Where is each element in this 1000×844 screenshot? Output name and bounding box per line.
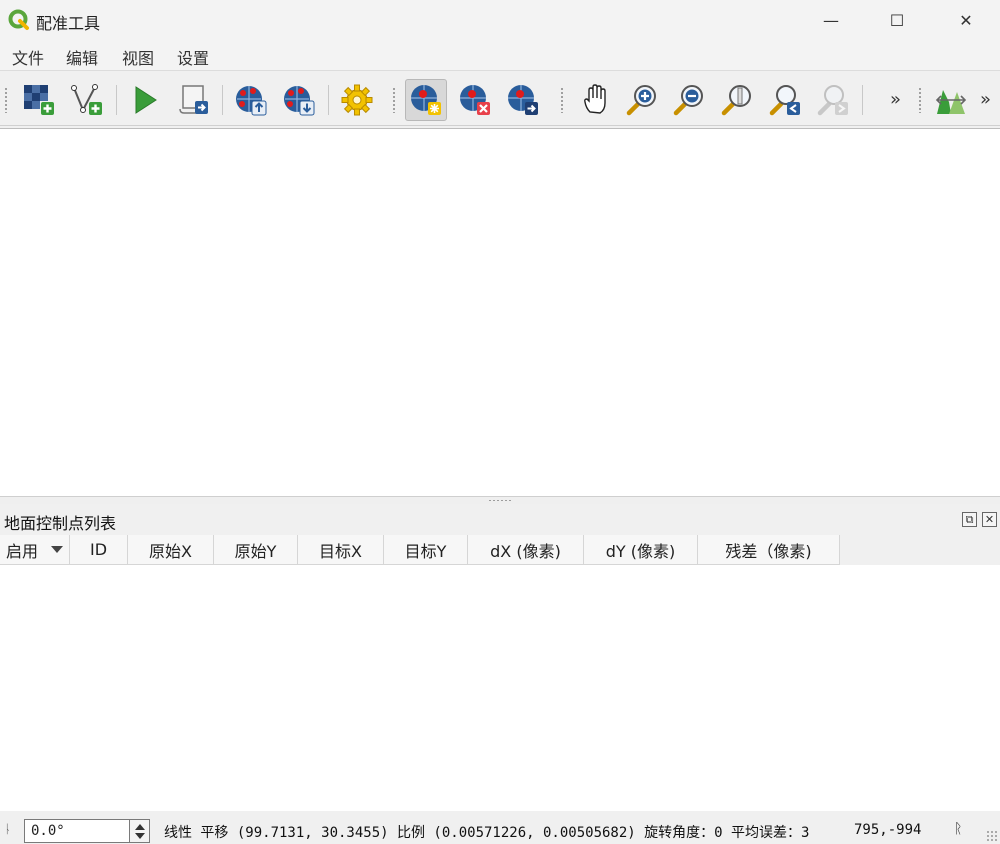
- panel-splitter[interactable]: [0, 496, 1000, 504]
- open-raster-button[interactable]: [18, 79, 60, 121]
- column-header-id[interactable]: ID: [70, 535, 128, 565]
- minimize-button[interactable]: —: [808, 0, 854, 40]
- zoom-to-layer-button[interactable]: [716, 79, 758, 121]
- zoom-last-button[interactable]: [764, 79, 806, 121]
- window-title: 配准工具: [36, 14, 101, 33]
- open-raster-icon: [24, 85, 54, 115]
- toolbar: » »: [0, 70, 1000, 126]
- generate-gdal-script-button[interactable]: [172, 79, 214, 121]
- splitter-handle-icon: [488, 499, 512, 502]
- toolbar-separator: [222, 85, 223, 115]
- gcp-table-header: 启用 ID 原始X 原始Y 目标X 目标Y dX (像素) dY (像素) 残差…: [0, 535, 840, 565]
- column-label: 残差（像素): [725, 541, 812, 561]
- column-label: 目标Y: [404, 541, 447, 561]
- menu-file[interactable]: 文件: [12, 45, 44, 69]
- toolbar-grip[interactable]: [560, 87, 564, 113]
- crs-icon[interactable]: ᚱ: [954, 821, 962, 837]
- sort-indicator-icon: [51, 546, 63, 553]
- save-gcp-points-button[interactable]: [278, 79, 320, 121]
- zoom-next-icon: [817, 85, 848, 116]
- toolbar-separator: [862, 85, 863, 115]
- zoom-last-icon: [769, 85, 800, 116]
- move-gcp-point-icon: [508, 85, 538, 115]
- transformation-settings-button[interactable]: [336, 79, 378, 121]
- column-header-dx[interactable]: dX (像素): [468, 535, 584, 565]
- float-panel-button[interactable]: ⧉: [962, 512, 977, 527]
- column-label: 目标X: [319, 541, 362, 561]
- generate-gdal-script-icon: [179, 85, 208, 114]
- add-point-icon: [411, 85, 441, 115]
- pan-button[interactable]: [575, 79, 617, 121]
- toolbar-overflow-icon[interactable]: »: [890, 89, 901, 110]
- georeferencer-window: 配准工具 — ☐ ✕ 文件 编辑 视图 设置 » » 地面控制点列表 ⧉ ✕ 启…: [0, 0, 1000, 844]
- zoom-out-icon: [673, 85, 703, 116]
- resize-grip-icon[interactable]: [986, 830, 998, 842]
- transform-summary: 线性 平移 (99.7131, 30.3455) 比例 (0.00571226,…: [164, 825, 810, 841]
- qgis-logo-icon: [8, 9, 29, 30]
- rotation-input[interactable]: [24, 819, 130, 843]
- status-grip: ᚿ: [4, 822, 12, 836]
- coordinate-readout: 795,-994: [854, 822, 922, 838]
- map-canvas[interactable]: [0, 128, 1000, 496]
- toolbar-separator: [116, 85, 117, 115]
- column-label: 原始Y: [234, 541, 277, 561]
- column-header-residual[interactable]: 残差（像素): [698, 535, 840, 565]
- link-georeferencer-button[interactable]: [930, 79, 972, 121]
- toolbar-overflow-icon[interactable]: »: [980, 89, 991, 110]
- link-georeferencer-icon: [935, 90, 967, 114]
- column-header-source-y[interactable]: 原始Y: [214, 535, 298, 565]
- close-button[interactable]: ✕: [943, 0, 989, 40]
- toolbar-separator: [328, 85, 329, 115]
- load-gcp-points-button[interactable]: [230, 79, 272, 121]
- gcp-table-body[interactable]: [0, 565, 1000, 811]
- zoom-out-button[interactable]: [668, 79, 710, 121]
- maximize-button[interactable]: ☐: [874, 0, 920, 40]
- delete-point-button[interactable]: [454, 79, 496, 121]
- column-label: 启用: [6, 541, 39, 561]
- column-label: ID: [89, 540, 108, 559]
- open-vector-button[interactable]: [66, 79, 108, 121]
- title-bar: 配准工具 — ☐ ✕: [0, 0, 1000, 40]
- zoom-next-button[interactable]: [812, 79, 854, 121]
- column-label: 原始X: [149, 541, 192, 561]
- pan-icon: [584, 84, 606, 114]
- column-header-source-x[interactable]: 原始X: [128, 535, 214, 565]
- start-georeferencing-icon: [135, 86, 157, 114]
- column-label: dY (像素): [605, 541, 676, 561]
- column-header-dest-x[interactable]: 目标X: [298, 535, 384, 565]
- zoom-in-button[interactable]: [621, 79, 663, 121]
- delete-point-icon: [460, 85, 490, 115]
- open-vector-icon: [71, 84, 102, 115]
- zoom-in-icon: [626, 85, 656, 116]
- menu-edit[interactable]: 编辑: [66, 45, 98, 69]
- column-label: dX (像素): [490, 541, 561, 561]
- transformation-settings-icon: [341, 84, 373, 116]
- start-georeferencing-button[interactable]: [124, 79, 166, 121]
- add-point-button[interactable]: [405, 79, 447, 121]
- save-gcp-points-icon: [284, 86, 315, 116]
- column-header-dest-y[interactable]: 目标Y: [384, 535, 468, 565]
- load-gcp-points-icon: [236, 86, 267, 116]
- rotation-spinner[interactable]: [130, 819, 150, 843]
- column-header-dy[interactable]: dY (像素): [584, 535, 698, 565]
- move-gcp-point-button[interactable]: [502, 79, 544, 121]
- toolbar-grip[interactable]: [918, 87, 922, 113]
- gcp-panel-title: 地面控制点列表: [4, 514, 117, 533]
- menu-settings[interactable]: 设置: [177, 45, 209, 69]
- toolbar-grip[interactable]: [392, 87, 396, 113]
- spin-down-icon[interactable]: [135, 833, 145, 839]
- spin-up-icon[interactable]: [135, 824, 145, 830]
- menu-view[interactable]: 视图: [122, 45, 154, 69]
- toolbar-grip[interactable]: [4, 87, 8, 113]
- column-header-enabled[interactable]: 启用: [0, 535, 70, 565]
- menu-bar: 文件 编辑 视图 设置: [0, 40, 1000, 70]
- close-panel-button[interactable]: ✕: [982, 512, 997, 527]
- zoom-to-layer-icon: [721, 85, 751, 116]
